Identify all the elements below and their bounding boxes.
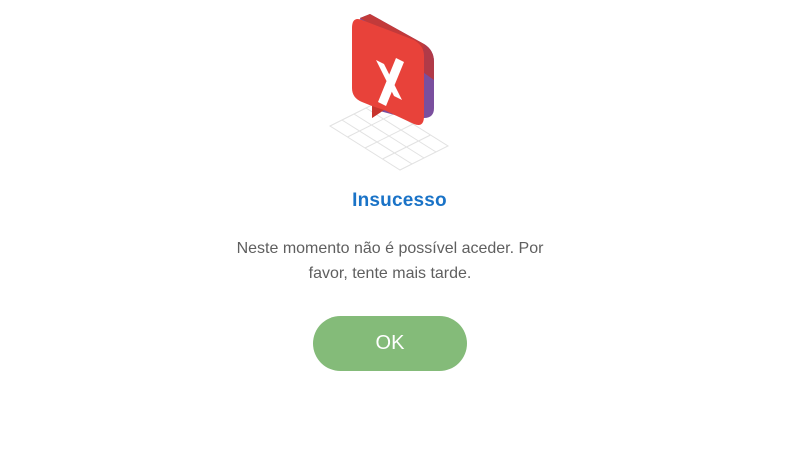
dialog-message: Neste momento não é possível aceder. Por… — [236, 240, 544, 282]
ok-button[interactable]: OK — [313, 316, 467, 371]
dialog-title: Insucesso — [352, 190, 447, 211]
error-bubble-icon — [328, 14, 450, 171]
error-illustration — [320, 10, 460, 185]
error-dialog: Insucesso Neste momento não é possível a… — [0, 0, 799, 450]
